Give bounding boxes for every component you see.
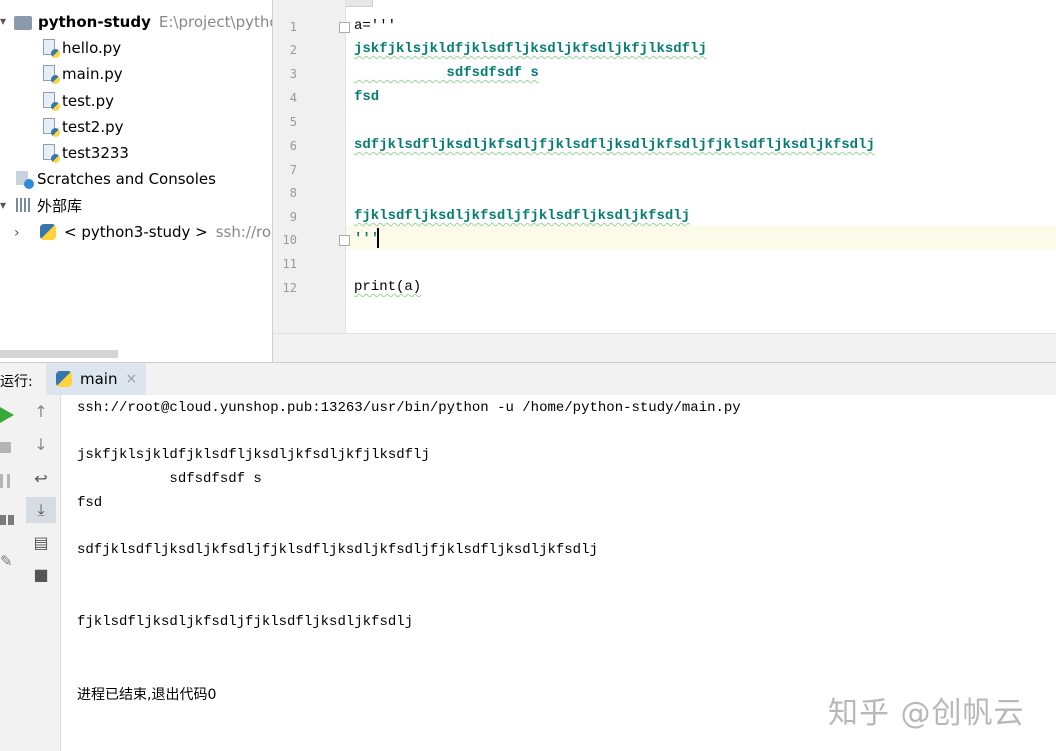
tree-scratches[interactable]: Scratches and Consoles xyxy=(16,167,216,191)
python-file-icon xyxy=(42,39,60,58)
code-line-4: fsd xyxy=(354,89,380,105)
console-line: sdfsdfsdf s xyxy=(77,471,262,487)
editor-breadcrumb-bar xyxy=(273,333,1056,363)
file-name: hello.py xyxy=(62,39,122,57)
tree-file-test2[interactable]: test2.py xyxy=(42,115,124,139)
python-icon xyxy=(40,224,56,240)
stop-icon[interactable] xyxy=(0,442,11,453)
line-number: 7 xyxy=(289,163,297,177)
root-name: python-study xyxy=(38,13,151,31)
root-path: E:\project\python xyxy=(158,13,272,31)
code-line-9: fjklsdfljksdljkfsdljfjklsdfljksdljkfsdlj xyxy=(354,208,691,224)
code-line-2: jskfjklsjkldfjklsdfljksdljkfsdljkfjlksdf… xyxy=(354,41,707,57)
pause-icon[interactable] xyxy=(0,474,10,488)
tree-remote-interpreter[interactable]: < python3-study > ssh://roo xyxy=(40,220,272,244)
run-tab-main[interactable]: main × xyxy=(46,363,146,395)
horizontal-scrollbar[interactable] xyxy=(0,350,118,358)
scroll-to-end-icon[interactable]: ⤓ xyxy=(26,497,56,523)
code-line-3: sdfsdfsdf s xyxy=(354,65,539,81)
line-number: 8 xyxy=(289,186,297,200)
line-number: 12 xyxy=(282,281,297,295)
run-tab-label: main xyxy=(80,370,118,388)
process-exit-message: 进程已结束,退出代码0 xyxy=(77,687,217,703)
rerun-icon[interactable] xyxy=(0,407,14,423)
project-tree: ▾ python-study E:\project\python hello.p… xyxy=(0,0,272,362)
tree-file-test3233[interactable]: test3233 xyxy=(42,141,129,165)
line-gutter: 1 2 3 4 5 6 7 8 9 10 11 12 xyxy=(273,0,346,333)
tree-file-main[interactable]: main.py xyxy=(42,62,123,86)
python-file-icon xyxy=(42,92,60,111)
code-line-1: a=''' xyxy=(354,18,397,34)
fold-marker-icon[interactable] xyxy=(339,22,350,33)
text-caret xyxy=(377,228,379,248)
file-name: main.py xyxy=(62,65,123,83)
code-line-12: print(a) xyxy=(354,279,422,295)
pin-icon[interactable]: ✎ xyxy=(0,552,13,570)
tree-file-test[interactable]: test.py xyxy=(42,89,114,113)
console-line: fsd xyxy=(77,495,103,511)
tree-external-libs[interactable]: 外部库 xyxy=(16,193,82,217)
code-line-10: ''' xyxy=(354,231,380,247)
scratches-label: Scratches and Consoles xyxy=(37,170,216,188)
external-libs-label: 外部库 xyxy=(37,196,83,215)
console-line: ssh://root@cloud.yunshop.pub:13263/usr/b… xyxy=(77,400,741,416)
line-number: 9 xyxy=(289,210,297,224)
line-number: 2 xyxy=(289,43,297,57)
console-line: fjklsdfljksdljkfsdljfjklsdfljksdljkfsdlj xyxy=(77,614,414,630)
watermark: 知乎 @创帆云 xyxy=(828,696,1025,731)
line-number: 10 xyxy=(282,233,297,247)
current-line-highlight xyxy=(273,226,1056,250)
folder-icon xyxy=(14,16,32,30)
collapse-arrow-icon[interactable]: ▾ xyxy=(0,198,6,212)
tree-file-hello[interactable]: hello.py xyxy=(42,36,121,60)
expand-arrow-icon[interactable]: › xyxy=(14,225,20,241)
line-number: 3 xyxy=(289,67,297,81)
collapse-arrow-icon[interactable]: ▾ xyxy=(0,14,6,28)
scroll-up-icon[interactable]: ↑ xyxy=(26,402,56,421)
python-file-icon xyxy=(42,65,60,84)
line-number: 5 xyxy=(289,115,297,129)
run-panel-header: 运行: main × xyxy=(0,362,1056,396)
trash-icon[interactable]: ■ xyxy=(26,565,56,584)
line-number: 1 xyxy=(289,20,297,34)
python-file-icon xyxy=(42,144,60,163)
console-toolbar: ↑ ↓ ↩ ⤓ ▤ ■ xyxy=(22,395,61,751)
interpreter-label: < python3-study > xyxy=(64,223,208,241)
code-editor[interactable]: 1 2 3 4 5 6 7 8 9 10 11 12 a=''' jskfjkl… xyxy=(273,0,1056,363)
close-icon[interactable]: × xyxy=(125,371,137,387)
line-number: 6 xyxy=(289,139,297,153)
console-line: sdfjklsdfljksdljkfsdljfjklsdfljksdljkfsd… xyxy=(77,542,598,558)
run-label: 运行: xyxy=(0,374,33,390)
console-line: jskfjklsjkldfjklsdfljksdljkfsdljkfjlksdf… xyxy=(77,447,430,463)
file-name: test.py xyxy=(62,92,114,110)
interpreter-path: ssh://roo xyxy=(215,223,272,241)
fold-marker-icon[interactable] xyxy=(339,235,350,246)
scroll-down-icon[interactable]: ↓ xyxy=(26,435,56,454)
print-icon[interactable]: ▤ xyxy=(26,533,56,552)
library-icon xyxy=(16,198,32,212)
line-number: 11 xyxy=(282,257,297,271)
line-number: 4 xyxy=(289,91,297,105)
code-line-6: sdfjklsdfljksdljkfsdljfjklsdfljksdljkfsd… xyxy=(354,137,875,153)
layout-icon[interactable] xyxy=(0,515,14,525)
python-icon xyxy=(56,371,72,387)
soft-wrap-icon[interactable]: ↩ xyxy=(26,469,56,488)
tree-root-python-study[interactable]: python-study E:\project\python xyxy=(14,10,272,34)
file-name: test2.py xyxy=(62,118,124,136)
scratches-icon xyxy=(16,171,34,189)
file-name: test3233 xyxy=(62,144,129,162)
python-file-icon xyxy=(42,118,60,137)
run-toolbar: ✎ xyxy=(0,395,23,751)
